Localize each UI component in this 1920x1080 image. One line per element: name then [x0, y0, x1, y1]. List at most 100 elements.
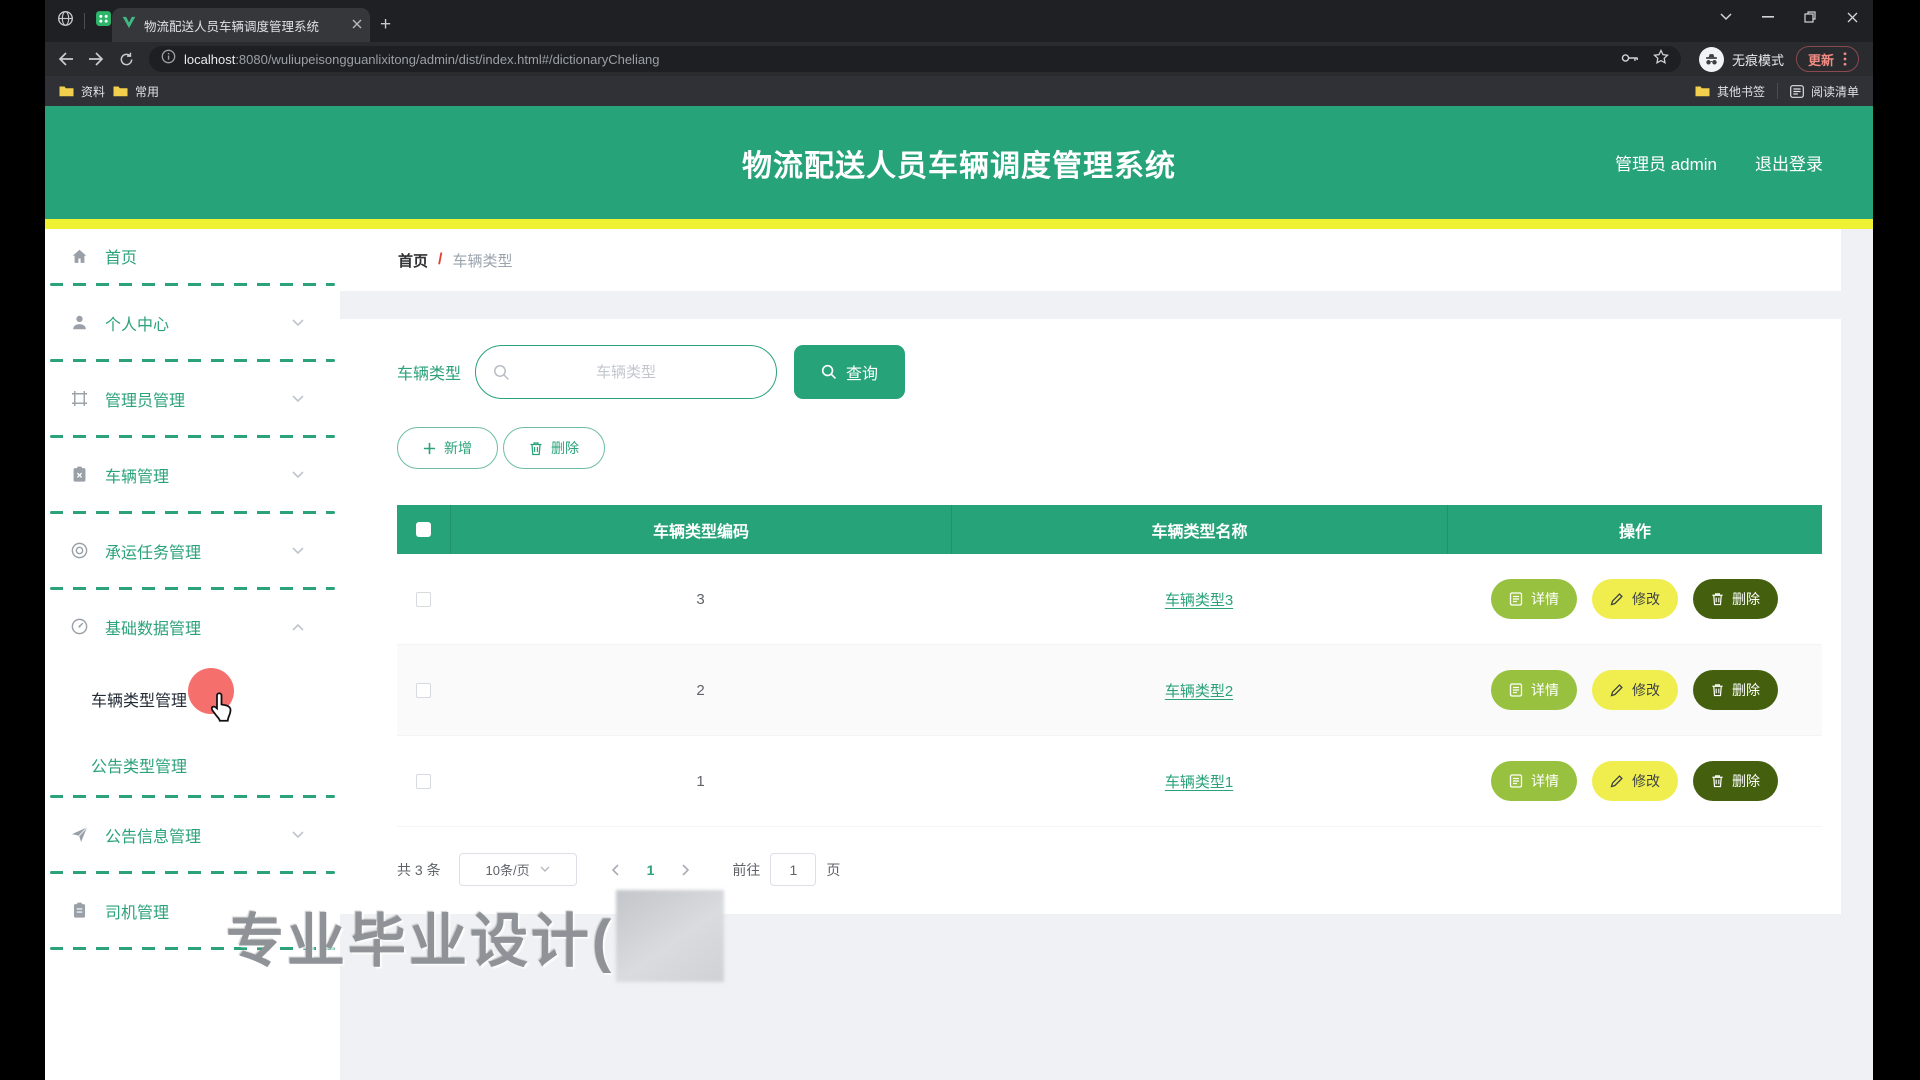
column-header-ops: 操作	[1447, 505, 1822, 554]
detail-button-label: 详情	[1531, 589, 1559, 609]
page-title: 物流配送人员车辆调度管理系统	[742, 141, 1176, 185]
edit-button-label: 修改	[1632, 680, 1660, 700]
active-tab[interactable]: 物流配送人员车辆调度管理系统	[112, 8, 370, 42]
row-checkbox[interactable]	[416, 592, 431, 607]
window-close-button[interactable]	[1831, 0, 1873, 34]
incognito-icon	[1699, 47, 1724, 72]
window-restore-button[interactable]	[1789, 0, 1831, 34]
table-header-row: 车辆类型编码 车辆类型名称 操作	[397, 505, 1822, 554]
bookmarks-bar: 资料 常用 其他书签 阅读清单	[45, 76, 1873, 106]
edit-button-label: 修改	[1632, 771, 1660, 791]
tab-bar: 物流配送人员车辆调度管理系统 +	[45, 0, 1873, 42]
sidebar-item-notice-info-management[interactable]: 公告信息管理	[45, 798, 340, 871]
pencil-icon	[1610, 774, 1624, 788]
bookmark-star-icon[interactable]	[1653, 49, 1669, 70]
folder-icon	[113, 85, 128, 97]
folder-icon	[1695, 85, 1710, 97]
sidebar-item-vehicle-management[interactable]: 车辆管理	[45, 438, 340, 511]
delete-button[interactable]: 删除	[503, 427, 605, 469]
sidebar-item-admin-management[interactable]: 管理员管理	[45, 362, 340, 435]
row-delete-button-label: 删除	[1732, 680, 1760, 700]
logout-button[interactable]: 退出登录	[1755, 150, 1823, 175]
next-page-button[interactable]	[668, 864, 704, 876]
current-user-label: 管理员 admin	[1615, 150, 1717, 175]
edit-button[interactable]: 修改	[1592, 670, 1678, 710]
detail-button[interactable]: 详情	[1491, 579, 1577, 619]
chevron-down-icon	[292, 826, 304, 844]
edit-button[interactable]: 修改	[1592, 761, 1678, 801]
window-minimize-button[interactable]	[1747, 0, 1789, 34]
green-extension-icon[interactable]	[95, 10, 112, 32]
cell-name-link[interactable]: 车辆类型1	[1165, 771, 1233, 792]
table-row: 2 车辆类型2 详情 修改	[397, 645, 1822, 736]
detail-button[interactable]: 详情	[1491, 761, 1577, 801]
row-delete-button[interactable]: 删除	[1693, 761, 1778, 801]
cell-name-link[interactable]: 车辆类型3	[1165, 589, 1233, 610]
column-header-name: 车辆类型名称	[951, 505, 1447, 554]
column-header-code: 车辆类型编码	[450, 505, 951, 554]
trash-icon	[1711, 683, 1724, 697]
select-all-checkbox[interactable]	[416, 522, 431, 537]
cell-name-link[interactable]: 车辆类型2	[1165, 680, 1233, 701]
browser-window: 物流配送人员车辆调度管理系统 +	[45, 0, 1873, 1080]
prev-page-button[interactable]	[597, 864, 633, 876]
goto-page-input[interactable]	[770, 853, 816, 886]
sidebar-item-carry-task-management[interactable]: 承运任务管理	[45, 514, 340, 587]
gauge-icon	[70, 617, 89, 636]
menu-dots-icon[interactable]	[1843, 52, 1847, 66]
sidebar-subitem-label: 车辆类型管理	[91, 687, 187, 711]
detail-button-label: 详情	[1531, 771, 1559, 791]
pagination: 共 3 条 10条/页 1 前往	[397, 853, 1841, 886]
current-page[interactable]: 1	[633, 862, 669, 878]
add-button[interactable]: 新增	[397, 427, 498, 469]
row-checkbox[interactable]	[416, 683, 431, 698]
clipboard-icon	[70, 901, 89, 920]
app-header: 物流配送人员车辆调度管理系统 管理员 admin 退出登录	[45, 106, 1873, 219]
row-delete-button-label: 删除	[1732, 771, 1760, 791]
browser-toolbar: localhost:8080/wuliupeisongguanlixitong/…	[45, 42, 1873, 76]
sidebar-subitem-notice-type-management[interactable]: 公告类型管理	[45, 735, 340, 795]
edit-button[interactable]: 修改	[1592, 579, 1678, 619]
password-key-icon[interactable]	[1621, 50, 1639, 68]
reload-icon[interactable]	[113, 46, 139, 72]
pagination-total: 共 3 条	[397, 860, 441, 880]
sidebar-item-basic-data-management[interactable]: 基础数据管理	[45, 590, 340, 663]
page-size-value: 10条/页	[486, 860, 530, 879]
detail-button[interactable]: 详情	[1491, 670, 1577, 710]
query-button[interactable]: 查询	[794, 345, 905, 399]
back-icon[interactable]	[53, 46, 79, 72]
breadcrumb: 首页 / 车辆类型	[340, 229, 1841, 291]
detail-button-label: 详情	[1531, 680, 1559, 700]
chrome-update-button[interactable]: 更新	[1796, 46, 1859, 72]
chevron-down-icon	[540, 866, 550, 873]
sidebar-item-personal-center[interactable]: 个人中心	[45, 286, 340, 359]
breadcrumb-home[interactable]: 首页	[398, 250, 428, 271]
cursor-highlight	[188, 668, 234, 714]
bookmark-folder-changyong[interactable]: 常用	[113, 83, 159, 100]
globe-pinned-icon[interactable]	[57, 10, 74, 32]
search-input[interactable]	[476, 364, 776, 381]
tab-search-icon[interactable]	[1705, 0, 1747, 34]
sidebar-item-home[interactable]: 首页	[45, 229, 340, 283]
new-tab-button[interactable]: +	[380, 14, 391, 36]
reading-list-button[interactable]: 阅读清单	[1790, 83, 1859, 100]
clipboard-x-icon	[70, 465, 89, 484]
bookmark-folder-ziliao[interactable]: 资料	[59, 83, 105, 100]
sidebar-item-label: 司机管理	[105, 899, 169, 923]
web-page: 物流配送人员车辆调度管理系统 管理员 admin 退出登录 首页 个人中心	[45, 106, 1873, 1080]
address-bar[interactable]: localhost:8080/wuliupeisongguanlixitong/…	[149, 46, 1681, 72]
goto-unit-label: 页	[826, 860, 840, 880]
row-checkbox[interactable]	[416, 774, 431, 789]
other-bookmarks-button[interactable]: 其他书签	[1695, 83, 1765, 100]
bookbar-separator	[1777, 83, 1778, 99]
incognito-badge: 无痕模式	[1699, 47, 1784, 72]
row-delete-button[interactable]: 删除	[1693, 670, 1778, 710]
row-delete-button[interactable]: 删除	[1693, 579, 1778, 619]
edit-button-label: 修改	[1632, 589, 1660, 609]
site-info-icon[interactable]	[161, 49, 176, 69]
sidebar-item-label: 公告信息管理	[105, 823, 201, 847]
tab-close-icon[interactable]	[352, 16, 362, 34]
watermark-text: 专业毕业设计(	[226, 894, 614, 978]
page-size-select[interactable]: 10条/页	[459, 853, 577, 886]
forward-icon[interactable]	[83, 46, 109, 72]
